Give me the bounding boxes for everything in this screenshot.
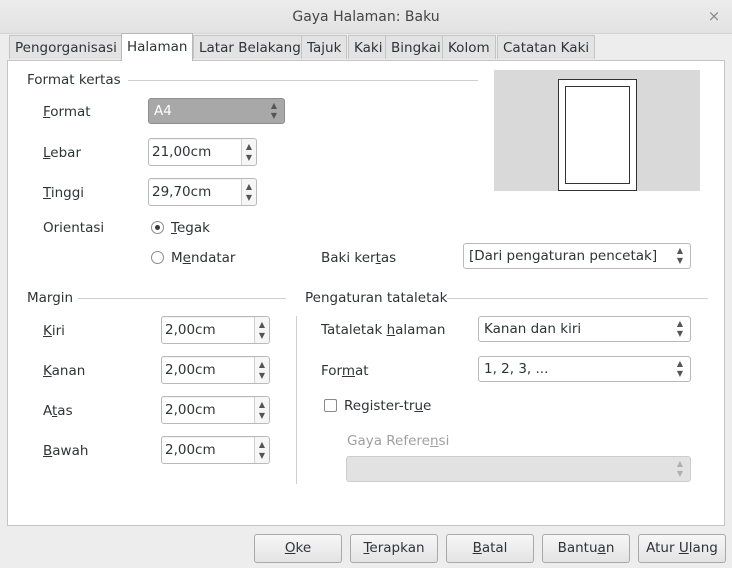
- margin-top-value: 2,00cm: [165, 402, 216, 418]
- spin-arrows-icon[interactable]: ▲ ▼: [254, 437, 269, 463]
- height-spinbox[interactable]: 29,70cm ▲ ▼: [148, 178, 257, 206]
- section-divider: [447, 298, 708, 299]
- margin-bottom-spinbox[interactable]: 2,00cm ▲ ▼: [161, 436, 270, 464]
- portrait-radio[interactable]: [151, 221, 164, 234]
- preview-margin-box: [565, 86, 630, 184]
- height-label: Tinggi: [43, 185, 85, 201]
- width-spinbox[interactable]: 21,00cm ▲ ▼: [148, 138, 257, 166]
- reference-style-label: Gaya Referensi: [347, 433, 450, 449]
- page-layout-label: Tataletak halaman: [321, 322, 446, 338]
- close-icon[interactable]: ×: [704, 6, 724, 26]
- margin-left-spinbox[interactable]: 2,00cm ▲ ▼: [161, 316, 270, 344]
- page-layout-select[interactable]: Kanan dan kiri ▲ ▼: [478, 316, 691, 342]
- chevron-updown-icon: ▲ ▼: [676, 359, 684, 378]
- tab-columns[interactable]: Kolom: [442, 35, 496, 59]
- margin-bottom-value: 2,00cm: [165, 442, 216, 458]
- landscape-label: Mendatar: [171, 250, 236, 266]
- spin-arrows-icon[interactable]: ▲ ▼: [254, 397, 269, 423]
- numbering-format-label: Format: [321, 363, 369, 379]
- tab-header[interactable]: Tajuk: [301, 35, 348, 59]
- chevron-updown-icon: ▲ ▼: [676, 246, 684, 265]
- paper-tray-value: [Dari pengaturan pencetak]: [469, 248, 658, 264]
- spin-arrows-icon[interactable]: ▲ ▼: [241, 179, 256, 205]
- height-value: 29,70cm: [152, 184, 212, 200]
- section-divider: [78, 298, 286, 299]
- section-divider: [128, 80, 478, 81]
- help-button[interactable]: Bantuan: [542, 534, 630, 563]
- width-label: Lebar: [43, 145, 81, 161]
- register-true-label: Register-true: [344, 398, 432, 414]
- orientation-label: Orientasi: [43, 220, 105, 236]
- cancel-button[interactable]: Batal: [446, 534, 534, 563]
- tab-borders[interactable]: Bingkai: [385, 35, 447, 59]
- chevron-updown-icon: ▲ ▼: [270, 101, 278, 120]
- chevron-updown-icon: ▲ ▼: [676, 459, 684, 478]
- tab-organizer[interactable]: Pengorganisasi: [9, 35, 123, 59]
- reset-button[interactable]: Atur Ulang: [638, 534, 726, 563]
- format-value: A4: [154, 103, 172, 119]
- apply-button[interactable]: Terapkan: [350, 534, 438, 563]
- spin-arrows-icon[interactable]: ▲ ▼: [241, 139, 256, 165]
- tab-footnote[interactable]: Catatan Kaki: [497, 35, 596, 59]
- spin-arrows-icon[interactable]: ▲ ▼: [254, 317, 269, 343]
- width-value: 21,00cm: [152, 144, 212, 160]
- margin-bottom-label: Bawah: [43, 443, 89, 459]
- margin-top-spinbox[interactable]: 2,00cm ▲ ▼: [161, 396, 270, 424]
- ok-button[interactable]: Oke: [254, 534, 342, 563]
- register-true-checkbox[interactable]: [324, 399, 337, 412]
- paper-tray-label: Baki kertas: [321, 250, 397, 266]
- format-label: Format: [43, 104, 91, 120]
- chevron-updown-icon: ▲ ▼: [676, 319, 684, 338]
- tab-footer[interactable]: Kaki: [348, 35, 389, 59]
- margin-right-label: Kanan: [43, 363, 86, 379]
- section-divider-vertical: [296, 316, 297, 484]
- margin-left-value: 2,00cm: [165, 322, 216, 338]
- tab-page[interactable]: Halaman: [121, 33, 194, 61]
- paper-format-section-title: Format kertas: [27, 72, 121, 88]
- landscape-radio[interactable]: [151, 251, 164, 264]
- margin-left-label: Kiri: [43, 323, 65, 339]
- layout-section-title: Pengaturan tataletak: [305, 290, 448, 306]
- margin-top-label: Atas: [43, 403, 73, 419]
- margin-right-spinbox[interactable]: 2,00cm ▲ ▼: [161, 356, 270, 384]
- page-layout-value: Kanan dan kiri: [484, 321, 582, 337]
- spin-arrows-icon[interactable]: ▲ ▼: [254, 357, 269, 383]
- tab-background[interactable]: Latar Belakang: [193, 35, 307, 59]
- margin-right-value: 2,00cm: [165, 362, 216, 378]
- numbering-format-value: 1, 2, 3, ...: [484, 361, 549, 377]
- reference-style-select: ▲ ▼: [346, 456, 691, 482]
- margins-section-title: Margin: [27, 290, 74, 306]
- portrait-label: Tegak: [171, 220, 210, 236]
- numbering-format-select[interactable]: 1, 2, 3, ... ▲ ▼: [478, 356, 691, 382]
- format-select[interactable]: A4 ▲ ▼: [148, 98, 285, 124]
- window-title: Gaya Halaman: Baku: [292, 9, 440, 25]
- paper-tray-select[interactable]: [Dari pengaturan pencetak] ▲ ▼: [463, 243, 691, 269]
